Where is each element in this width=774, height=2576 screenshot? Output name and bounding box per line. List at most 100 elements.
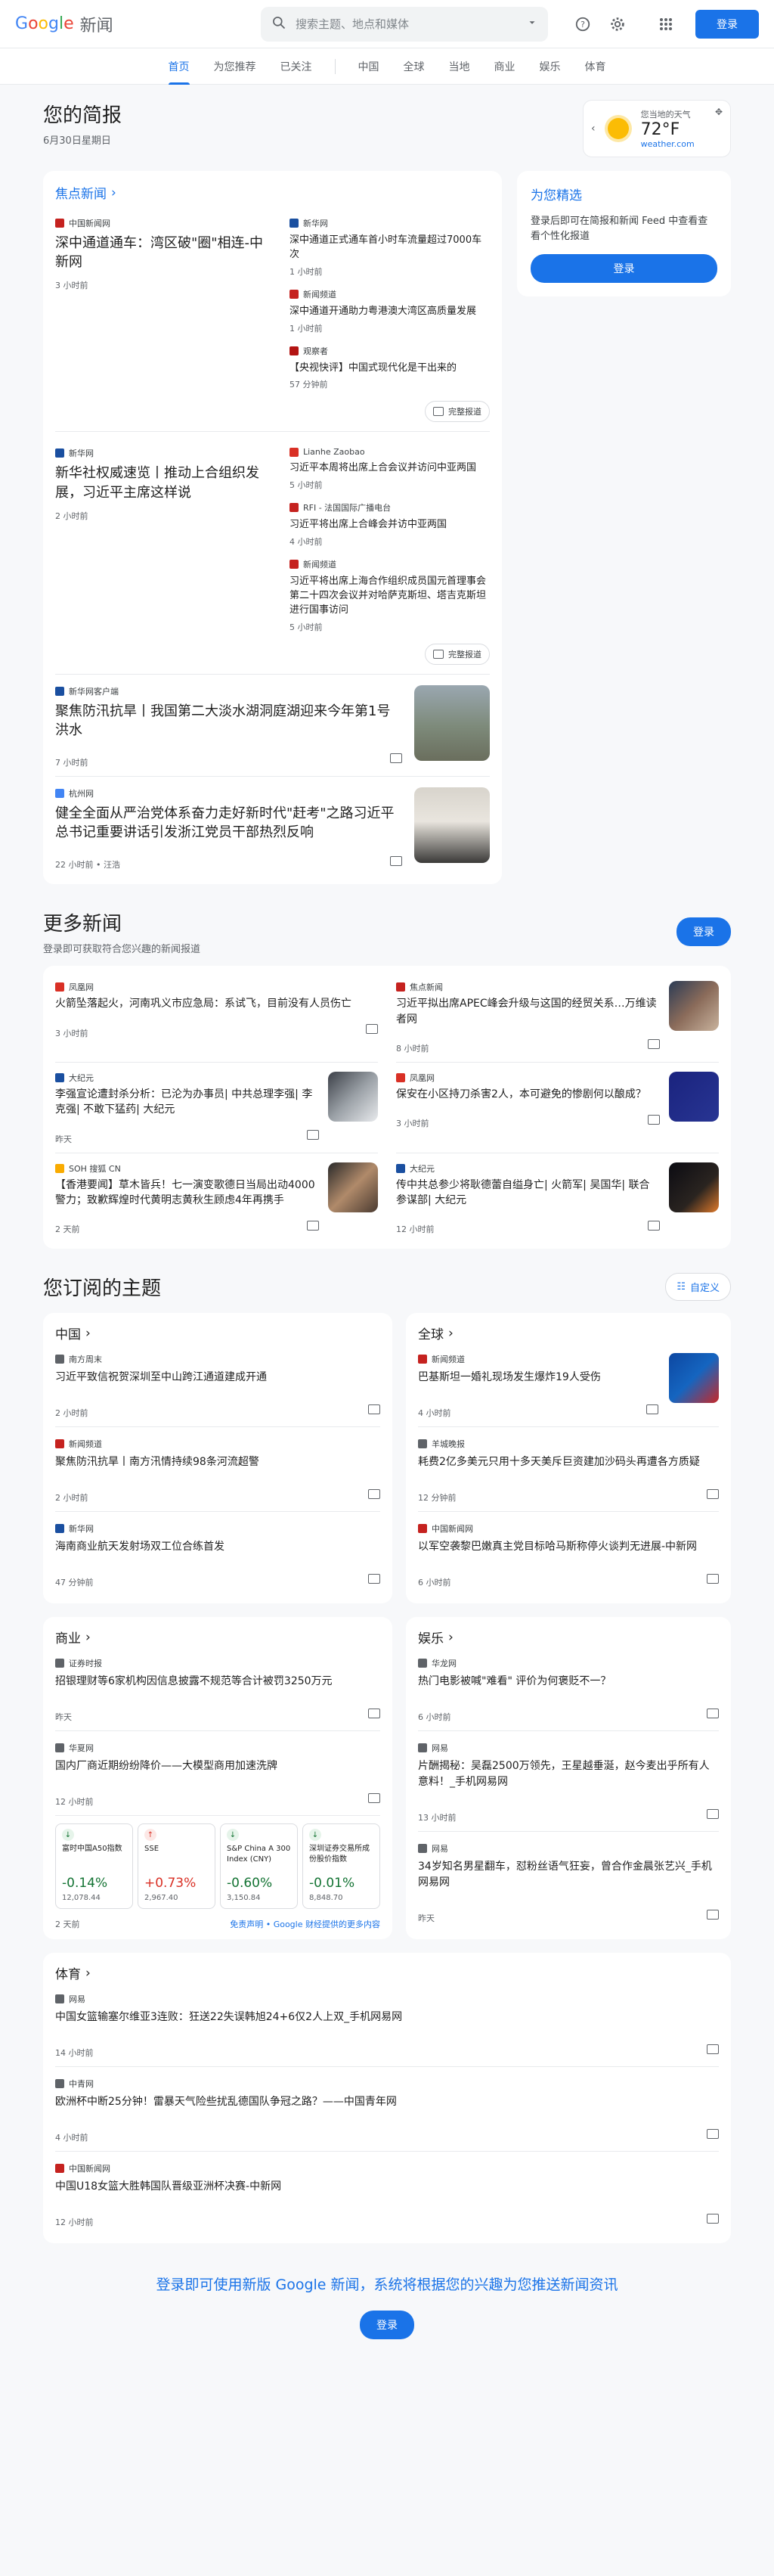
weather-widget[interactable]: ‹ 您当地的天气 72°F weather.com ✥ — [583, 100, 731, 157]
topic-title-link[interactable]: 中国 › — [55, 1324, 380, 1343]
story-title[interactable]: 习近平将出席上海合作组织成员国元首理事会第二十四次会议并对哈萨克斯坦、塔吉克斯坦… — [289, 575, 490, 618]
story-title[interactable]: 片酬揭秘：吴磊2500万领先，王星越垂涎，赵今麦出乎所有人意料！_手机网易网 — [418, 1758, 719, 1790]
search-input[interactable]: 搜索主题、地点和媒体 — [296, 16, 518, 32]
more-news-item[interactable]: 凤凰网 火箭坠落起火，河南巩义市应急局：系试飞，目前没有人员伤亡 3 小时前 — [55, 972, 378, 1063]
story-title[interactable]: 34岁知名男星翻车，怼粉丝语气狂妄，曾合作金晨张艺兴_手机网易网 — [418, 1859, 719, 1891]
tab-entertainment[interactable]: 娱乐 — [528, 48, 573, 85]
chevron-down-icon[interactable] — [527, 17, 537, 31]
full-coverage-icon[interactable] — [368, 1792, 380, 1803]
more-options-icon[interactable]: ✥ — [715, 107, 723, 117]
related-story[interactable]: 新闻频道 深中通道开通助力粤港澳大湾区高质量发展 1 小时前 — [289, 288, 490, 334]
topic-story[interactable]: 南方周末 习近平致信祝贺深圳至中山跨江通道建成开通 2 小时前 — [55, 1342, 380, 1428]
customize-button[interactable]: ☷ 自定义 — [665, 1273, 731, 1302]
related-story[interactable]: 观察者 【央视快评】中国式现代化是干出来的 57 分钟前 — [289, 345, 490, 391]
story-thumbnail[interactable] — [669, 1071, 719, 1122]
full-coverage-icon[interactable] — [707, 2213, 719, 2224]
topic-title-link[interactable]: 体育 › — [55, 1963, 719, 1983]
apps-grid-icon[interactable] — [656, 14, 676, 34]
cluster-main-story[interactable]: 新华网 新华社权威速览丨推动上合组织发展，习近平主席这样说 2 小时前 — [55, 447, 274, 664]
tab-business[interactable]: 商业 — [482, 48, 528, 85]
more-news-item[interactable]: 焦点新闻 习近平拟出席APEC峰会升级与这国的经贸关系…万维读者网 8 小时前 — [396, 972, 719, 1063]
story-thumbnail[interactable] — [669, 1353, 719, 1404]
story-title[interactable]: 健全全面从严治党体系奋力走好新时代"赶考"之路习近平总书记重要讲话引发浙江党员干… — [55, 804, 402, 842]
tab-sports[interactable]: 体育 — [573, 48, 618, 85]
topic-story[interactable]: 证券时报 招银理财等6家机构因信息披露不规范等合计被罚3250万元 昨天 — [55, 1646, 380, 1732]
related-story[interactable]: Lianhe Zaobao 习近平本周将出席上合会议并访问中亚两国 5 小时前 — [289, 447, 490, 491]
stock-tile[interactable]: ↓ S&P China A 300 Index (CNY) -0.60% 3,150.… — [220, 1823, 298, 1910]
stock-tile[interactable]: ↓ 富时中国A50指数 -0.14% 12,078.44 — [55, 1823, 133, 1910]
tab-china[interactable]: 中国 — [346, 48, 392, 85]
related-story[interactable]: 新闻频道 习近平将出席上海合作组织成员国元首理事会第二十四次会议并对哈萨克斯坦、塔… — [289, 558, 490, 633]
stock-tile[interactable]: ↑ SSE +0.73% 2,967.40 — [138, 1823, 215, 1910]
picks-login-button[interactable]: 登录 — [531, 254, 717, 283]
settings-gear-icon[interactable] — [608, 14, 627, 34]
full-coverage-icon[interactable] — [707, 1808, 719, 1819]
story-title[interactable]: 习近平将出席上合峰会并访中亚两国 — [289, 518, 490, 532]
full-coverage-icon[interactable] — [707, 2044, 719, 2054]
topic-title-link[interactable]: 商业 › — [55, 1628, 380, 1647]
story-title[interactable]: 欧洲杯中断25分钟！雷暴天气险些扰乱德国队争冠之路？——中国青年网 — [55, 2094, 719, 2110]
login-button[interactable]: 登录 — [695, 9, 759, 39]
topic-title-link[interactable]: 全球 › — [418, 1324, 719, 1343]
chevron-left-icon[interactable]: ‹ — [591, 123, 596, 135]
full-coverage-icon[interactable] — [307, 1220, 319, 1231]
finance-disclaimer-link[interactable]: 免责声明 • Google 财经提供的更多内容 — [230, 1918, 380, 1930]
story-title[interactable]: 国内厂商近期纷纷降价——大模型商用加速洗牌 — [55, 1758, 380, 1774]
story-title[interactable]: 深中通道正式通车首小时车流量超过7000车次 — [289, 234, 490, 262]
full-coverage-icon[interactable] — [646, 1404, 658, 1414]
topic-story[interactable]: 网易 34岁知名男星翻车，怼粉丝语气狂妄，曾合作金晨张艺兴_手机网易网 昨天 — [418, 1832, 719, 1932]
topic-story[interactable]: 华夏网 国内厂商近期纷纷降价——大模型商用加速洗牌 12 小时前 — [55, 1731, 380, 1817]
bottom-login-button[interactable]: 登录 — [360, 2311, 414, 2340]
tab-local[interactable]: 当地 — [437, 48, 482, 85]
story-thumbnail[interactable] — [328, 1162, 378, 1212]
story-title[interactable]: 聚焦防汛抗旱丨我国第二大淡水湖洞庭湖迎来今年第1号洪水 — [55, 702, 402, 740]
full-coverage-icon[interactable] — [368, 1708, 380, 1718]
story-title[interactable]: 耗费2亿多美元只用十多天美斥巨资建加沙码头再遭各方质疑 — [418, 1454, 719, 1470]
related-story[interactable]: RFI - 法国国际广播电台 习近平将出席上合峰会并访中亚两国 4 小时前 — [289, 501, 490, 548]
topic-story[interactable]: 羊城晚报 耗费2亿多美元只用十多天美斥巨资建加沙码头再遭各方质疑 12 分钟前 — [418, 1427, 719, 1513]
search-box[interactable]: 搜索主题、地点和媒体 — [261, 6, 548, 42]
story-title[interactable]: 中国女篮输塞尔维亚3连败：狂送22失误韩旭24+6仅2人上双_手机网易网 — [55, 2010, 719, 2025]
topic-story[interactable]: 新闻频道 聚焦防汛抗旱丨南方汛情持续98条河流超警 2 小时前 — [55, 1427, 380, 1513]
topic-story[interactable]: 网易 片酬揭秘：吴磊2500万领先，王星越垂涎，赵今麦出乎所有人意料！_手机网易网… — [418, 1731, 719, 1833]
story-title[interactable]: 以军空袭黎巴嫩真主党目标哈马斯称停火谈判无进展-中新网 — [418, 1539, 719, 1555]
topic-title-link[interactable]: 娱乐 › — [418, 1628, 719, 1647]
topic-story[interactable]: 华龙网 热门电影被喊"难看" 评价为何褒贬不一？ 6 小时前 — [418, 1646, 719, 1732]
tab-for-you[interactable]: 为您推荐 — [202, 48, 268, 85]
full-coverage-icon[interactable] — [707, 1573, 719, 1584]
full-coverage-button[interactable]: 完整报道 — [425, 643, 490, 665]
story-thumbnail[interactable] — [328, 1071, 378, 1122]
full-coverage-icon[interactable] — [648, 1220, 660, 1231]
full-coverage-icon[interactable] — [390, 753, 402, 764]
story-title[interactable]: 海南商业航天发射场双工位合练首发 — [55, 1539, 380, 1555]
story-item[interactable]: 杭州网 健全全面从严治党体系奋力走好新时代"赶考"之路习近平总书记重要讲话引发浙江… — [55, 777, 490, 878]
story-thumbnail[interactable] — [414, 787, 490, 863]
full-coverage-icon[interactable] — [707, 1909, 719, 1920]
topic-story[interactable]: 中国新闻网 以军空袭黎巴嫩真主党目标哈马斯称停火谈判无进展-中新网 6 小时前 — [418, 1512, 719, 1596]
story-title[interactable]: 深中通道通车：湾区破"圈"相连-中新网 — [55, 234, 274, 272]
story-title[interactable]: 习近平致信祝贺深圳至中山跨江通道建成开通 — [55, 1370, 380, 1386]
full-coverage-icon[interactable] — [707, 1708, 719, 1718]
topic-story[interactable]: 网易 中国女篮输塞尔维亚3连败：狂送22失误韩旭24+6仅2人上双_手机网易网 14… — [55, 1982, 719, 2068]
story-thumbnail[interactable] — [669, 981, 719, 1032]
full-coverage-button[interactable]: 完整报道 — [425, 401, 490, 423]
search-icon[interactable] — [271, 15, 286, 33]
story-thumbnail[interactable] — [669, 1162, 719, 1212]
help-icon[interactable]: ? — [573, 14, 593, 34]
story-title[interactable]: 【香港要闻】草木皆兵！七一演变歌德日当局出动4000警力；致歉辉煌时代黄明志黄秋… — [55, 1178, 319, 1209]
story-title[interactable]: 深中通道开通助力粤港澳大湾区高质量发展 — [289, 305, 490, 319]
tab-home[interactable]: 首页 — [156, 48, 202, 85]
story-item[interactable]: 新华网客户端 聚焦防汛抗旱丨我国第二大淡水湖洞庭湖迎来今年第1号洪水 7 小时前 — [55, 675, 490, 777]
story-title[interactable]: 保安在小区持刀杀害2人，本可避免的惨剧何以酿成？ — [396, 1087, 660, 1102]
full-coverage-icon[interactable] — [366, 1024, 378, 1035]
full-coverage-icon[interactable] — [707, 1488, 719, 1499]
full-coverage-icon[interactable] — [707, 2128, 719, 2139]
story-title[interactable]: 新华社权威速览丨推动上合组织发展，习近平主席这样说 — [55, 464, 274, 501]
tab-world[interactable]: 全球 — [392, 48, 437, 85]
full-coverage-icon[interactable] — [648, 1114, 660, 1125]
story-title[interactable]: 习近平本周将出席上合会议并访问中亚两国 — [289, 461, 490, 476]
cluster-main-story[interactable]: 中国新闻网 深中通道通车：湾区破"圈"相连-中新网 3 小时前 — [55, 217, 274, 422]
google-news-logo[interactable]: Google 新闻 — [15, 12, 242, 36]
full-coverage-icon[interactable] — [368, 1488, 380, 1499]
tab-following[interactable]: 已关注 — [268, 48, 324, 85]
